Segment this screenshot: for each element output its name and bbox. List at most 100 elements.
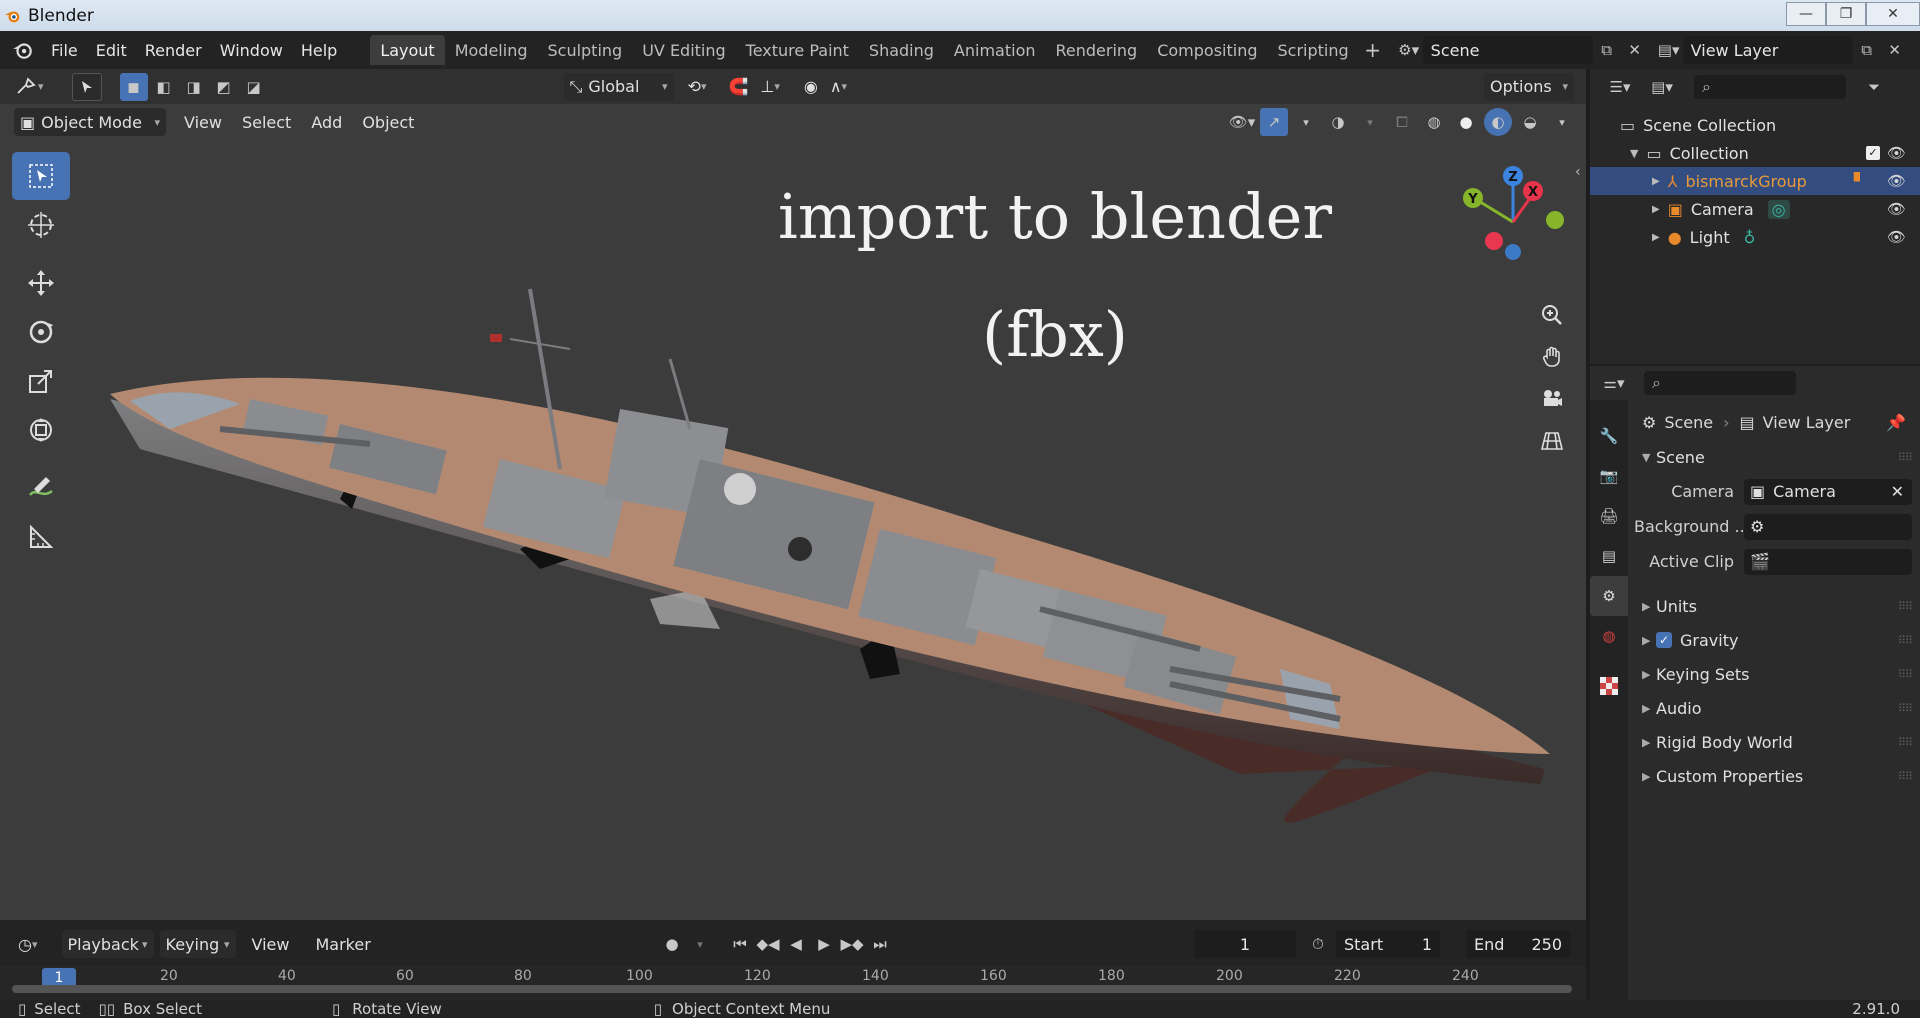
delete-scene-icon[interactable]: ✕ <box>1621 36 1649 64</box>
scene-browse-icon[interactable]: ⚙▾ <box>1395 36 1423 64</box>
rotate-tool-icon[interactable] <box>12 308 70 356</box>
preview-range-clock-icon[interactable]: ⏱ <box>1304 930 1332 958</box>
gizmo-dropdown-icon[interactable]: ▾ <box>1292 108 1320 136</box>
cursor-tool-icon[interactable] <box>12 201 70 249</box>
auto-keying-record-icon[interactable]: ● <box>658 930 686 958</box>
scale-tool-icon[interactable] <box>12 357 70 405</box>
viewport-menu-select[interactable]: Select <box>236 108 297 136</box>
expand-chevron-icon[interactable]: ▼ <box>1630 147 1638 160</box>
current-frame-field[interactable]: 1 <box>1194 930 1296 958</box>
scene-section-header[interactable]: ▼ Scene ⠿⠿ <box>1634 440 1920 474</box>
scene-name-field[interactable]: Scene <box>1422 36 1593 64</box>
overlay-dropdown-icon[interactable]: ▾ <box>1356 108 1384 136</box>
minimize-button[interactable]: — <box>1786 2 1826 26</box>
select-box-tool-icon[interactable] <box>12 152 70 200</box>
view-layer-browse-icon[interactable]: ▤▾ <box>1655 36 1683 64</box>
timeline-scrollbar[interactable] <box>12 985 1572 993</box>
jump-to-next-keyframe-icon[interactable]: ▶◆ <box>838 930 866 958</box>
expand-chevron-icon[interactable]: ▶ <box>1652 232 1660 243</box>
menu-help[interactable]: Help <box>292 35 346 65</box>
blender-menu-icon[interactable] <box>12 39 34 61</box>
jump-to-end-icon[interactable]: ⏭ <box>866 930 894 958</box>
outliner-item-light[interactable]: ▶ ● Light ♁ 👁 <box>1590 223 1920 251</box>
menu-window[interactable]: Window <box>211 35 292 65</box>
timeline-menu-marker[interactable]: Marker <box>309 930 376 958</box>
audio-section-header[interactable]: ▶ Audio ⠿⠿ <box>1634 691 1920 725</box>
close-window-button[interactable]: ✕ <box>1866 2 1920 26</box>
start-frame-field[interactable]: Start 1 <box>1336 930 1440 958</box>
tab-layout[interactable]: Layout <box>370 35 445 65</box>
tab-rendering[interactable]: Rendering <box>1046 35 1148 65</box>
collection-row[interactable]: ▼ ▭ Collection ✓ 👁 <box>1590 139 1920 167</box>
select-tool-mode-icon[interactable] <box>71 72 102 101</box>
select-new-icon[interactable]: ◼ <box>119 72 148 101</box>
rendered-shading-icon[interactable]: ◒ <box>1516 108 1544 136</box>
visibility-eye-icon[interactable]: 👁 <box>1887 172 1906 190</box>
measure-tool-icon[interactable] <box>12 513 70 561</box>
tab-scripting[interactable]: Scripting <box>1268 35 1359 65</box>
timeline-menu-view[interactable]: View <box>246 930 296 958</box>
pan-hand-icon[interactable] <box>1534 339 1570 375</box>
material-preview-shading-icon[interactable]: ◐ <box>1484 108 1512 136</box>
menu-edit[interactable]: Edit <box>87 35 136 65</box>
shading-dropdown-icon[interactable]: ▾ <box>1548 108 1576 136</box>
add-workspace-icon[interactable]: + <box>1359 36 1387 64</box>
camera-data-icon[interactable]: ◎ <box>1767 199 1790 219</box>
proportional-edit-icon[interactable]: ◉ <box>798 73 824 101</box>
menu-render[interactable]: Render <box>136 35 211 65</box>
outliner-item-camera[interactable]: ▶ ▣ Camera ◎ 👁 <box>1590 195 1920 223</box>
outliner-search-input[interactable]: ⌕ <box>1694 75 1846 99</box>
xray-toggle-icon[interactable]: ⧠ <box>1388 108 1416 136</box>
render-properties-tab-icon[interactable]: 📷 <box>1590 456 1628 496</box>
overlay-toggle-icon[interactable]: ◑ <box>1324 108 1352 136</box>
tab-compositing[interactable]: Compositing <box>1147 35 1267 65</box>
keying-dropdown-icon[interactable]: ▾ <box>686 930 714 958</box>
play-reverse-icon[interactable]: ◀ <box>782 930 810 958</box>
outliner-item-bismarckgroup[interactable]: ▶ ⅄ bismarckGroup ▘ 👁 <box>1590 167 1920 195</box>
light-data-icon[interactable]: ♁ <box>1744 228 1756 247</box>
annotate-tool-icon[interactable] <box>12 464 70 512</box>
transform-tool-icon[interactable] <box>12 406 70 454</box>
tab-sculpting[interactable]: Sculpting <box>537 35 632 65</box>
visibility-eye-icon[interactable]: 👁 <box>1887 200 1906 218</box>
new-scene-icon[interactable]: ⧉ <box>1593 36 1621 64</box>
jump-to-prev-keyframe-icon[interactable]: ◆◀ <box>754 930 782 958</box>
visibility-eye-icon[interactable]: 👁 <box>1887 144 1906 162</box>
sidebar-toggle-icon[interactable]: ‹ <box>1575 164 1581 180</box>
viewport-menu-object[interactable]: Object <box>356 108 420 136</box>
background-scene-field[interactable]: ⚙ <box>1744 513 1912 540</box>
play-icon[interactable]: ▶ <box>810 930 838 958</box>
select-invert-icon[interactable]: ◩ <box>210 73 238 101</box>
visibility-selectability-icon[interactable]: 👁▾ <box>1228 108 1256 136</box>
transform-orientation-dropdown[interactable]: ⤡ Global ▾ <box>563 72 674 101</box>
delete-view-layer-icon[interactable]: ✕ <box>1881 36 1909 64</box>
tab-modeling[interactable]: Modeling <box>445 35 538 65</box>
display-mode-icon[interactable]: ▤▾ <box>1648 73 1676 101</box>
playback-menu[interactable]: Playback ▾ <box>61 930 154 958</box>
camera-property-field[interactable]: ▣ Camera ✕ <box>1744 478 1912 505</box>
outliner-editor-type-icon[interactable]: ☰▾ <box>1606 73 1634 101</box>
camera-view-icon[interactable] <box>1534 381 1570 417</box>
select-extend-icon[interactable]: ◧ <box>150 73 178 101</box>
tab-animation[interactable]: Animation <box>944 35 1046 65</box>
jump-to-start-icon[interactable]: ⏮ <box>726 930 754 958</box>
active-clip-field[interactable]: 🎬 <box>1744 548 1912 575</box>
select-intersect-icon[interactable]: ◪ <box>240 73 268 101</box>
options-dropdown[interactable]: Options ▾ <box>1484 72 1574 101</box>
interaction-mode-dropdown[interactable]: ▣ Object Mode ▾ <box>14 108 166 136</box>
filter-icon[interactable]: ⏷ <box>1860 73 1888 101</box>
properties-editor-type-icon[interactable]: ⚌▾ <box>1600 369 1628 397</box>
view-layer-properties-tab-icon[interactable]: ▤ <box>1590 536 1628 576</box>
maximize-button[interactable]: ❐ <box>1826 2 1866 26</box>
end-frame-field[interactable]: End 250 <box>1466 930 1570 958</box>
world-properties-tab-icon[interactable]: ◍ <box>1590 616 1628 656</box>
solid-shading-icon[interactable]: ● <box>1452 108 1480 136</box>
tab-texture-paint[interactable]: Texture Paint <box>736 35 859 65</box>
wireframe-shading-icon[interactable]: ◍ <box>1420 108 1448 136</box>
viewport-menu-view[interactable]: View <box>178 108 228 136</box>
custom-properties-section-header[interactable]: ▶ Custom Properties ⠿⠿ <box>1634 759 1920 793</box>
clear-camera-icon[interactable]: ✕ <box>1891 482 1904 501</box>
perspective-grid-icon[interactable] <box>1534 423 1570 459</box>
view-layer-name-field[interactable]: View Layer <box>1682 36 1853 64</box>
exclude-checkbox[interactable]: ✓ <box>1866 146 1880 160</box>
